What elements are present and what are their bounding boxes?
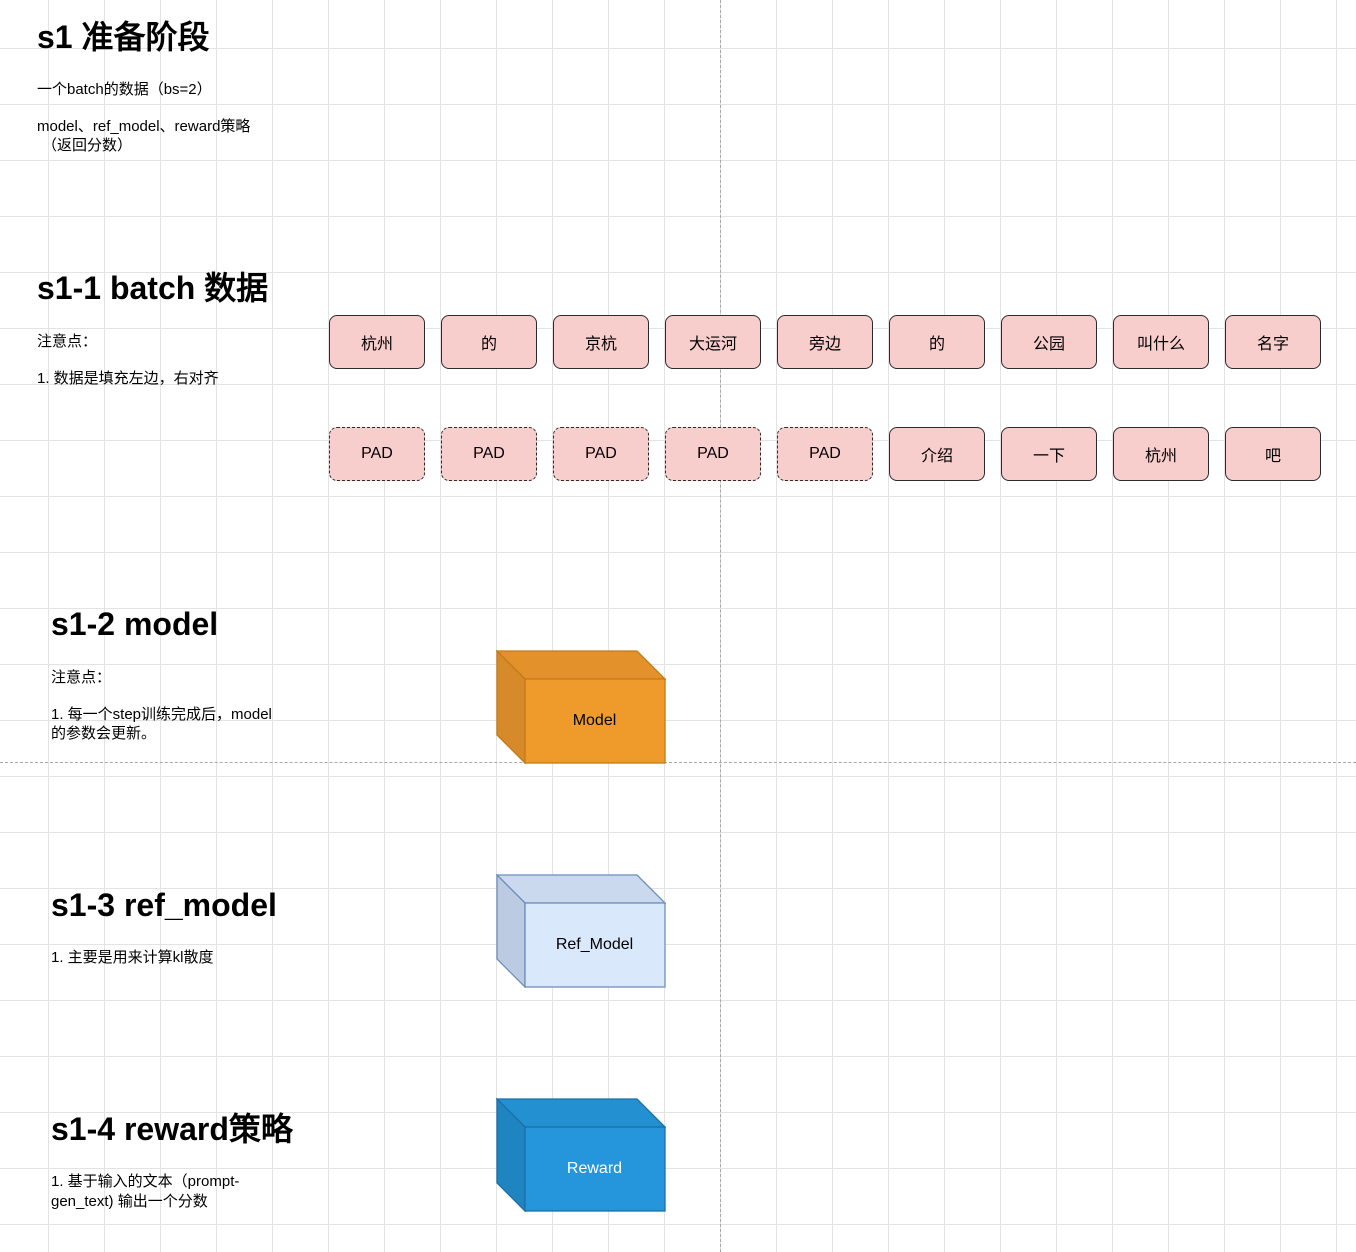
stage-line-score: （返回分数） — [42, 137, 133, 154]
pad-token[interactable]: PAD — [441, 427, 537, 481]
token[interactable]: 名字 — [1225, 315, 1321, 369]
pad-token[interactable]: PAD — [777, 427, 873, 481]
token[interactable]: 介绍 — [889, 427, 985, 481]
token[interactable]: 旁边 — [777, 315, 873, 369]
reward-title: s1-4 reward策略 — [51, 1111, 293, 1147]
batch-note-1: 1. 数据是填充左边，右对齐 — [37, 370, 219, 387]
token[interactable]: 大运河 — [665, 315, 761, 369]
stage-title: s1 准备阶段 — [37, 19, 210, 55]
token[interactable]: 的 — [441, 315, 537, 369]
model-note-line2: 的参数会更新。 — [51, 725, 157, 742]
token[interactable]: 一下 — [1001, 427, 1097, 481]
stage-line-batch: 一个batch的数据（bs=2） — [37, 81, 212, 98]
model-title: s1-2 model — [51, 606, 219, 642]
reward-cube-label: Reward — [566, 1159, 623, 1177]
horizontal-guide-line — [0, 762, 1356, 763]
token[interactable]: 公园 — [1001, 315, 1097, 369]
token[interactable]: 杭州 — [1113, 427, 1209, 481]
token[interactable]: 杭州 — [329, 315, 425, 369]
stage-line-models: model、ref_model、reward策略 — [37, 118, 251, 135]
model-note-head: 注意点： — [51, 669, 112, 686]
model-cube[interactable]: Model — [496, 650, 666, 764]
reward-note-line2: gen_text) 输出一个分数 — [51, 1193, 208, 1210]
token[interactable]: 的 — [889, 315, 985, 369]
model-cube-label: Model — [572, 711, 617, 729]
pad-token[interactable]: PAD — [665, 427, 761, 481]
token[interactable]: 吧 — [1225, 427, 1321, 481]
batch-note-head: 注意点： — [37, 333, 98, 350]
token[interactable]: 叫什么 — [1113, 315, 1209, 369]
vertical-guide-line — [720, 0, 721, 1252]
batch-title: s1-1 batch 数据 — [37, 270, 269, 306]
token[interactable]: 京杭 — [553, 315, 649, 369]
ref-model-title: s1-3 ref_model — [51, 887, 277, 923]
reward-note-line1: 1. 基于输入的文本（prompt- — [51, 1173, 240, 1190]
ref-model-cube-label: Ref_Model — [555, 935, 634, 953]
pad-token[interactable]: PAD — [553, 427, 649, 481]
reward-cube[interactable]: Reward — [496, 1098, 666, 1212]
ref-model-cube[interactable]: Ref_Model — [496, 874, 666, 988]
pad-token[interactable]: PAD — [329, 427, 425, 481]
ref-model-note-1: 1. 主要是用来计算kl散度 — [51, 949, 214, 966]
model-note-line1: 1. 每一个step训练完成后，model — [51, 706, 272, 723]
